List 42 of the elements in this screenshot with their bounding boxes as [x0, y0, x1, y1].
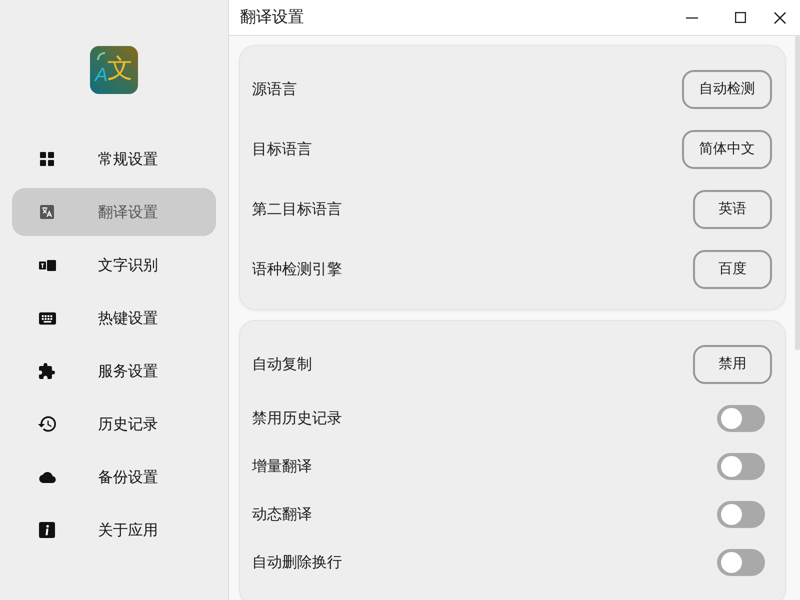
- toggle-switch[interactable]: [717, 500, 765, 528]
- scrollbar-thumb[interactable]: [795, 36, 800, 350]
- sidebar-item[interactable]: 关于应用: [12, 506, 216, 554]
- sidebar-item[interactable]: 热键设置: [12, 294, 216, 342]
- maximize-icon: [734, 12, 746, 23]
- logo-character: 文: [107, 54, 133, 82]
- select-button[interactable]: 百度: [693, 250, 772, 288]
- text-box-icon: [38, 260, 56, 270]
- grid-icon: [40, 152, 54, 166]
- sidebar-item[interactable]: 常规设置: [12, 135, 216, 183]
- setting-label: 增量翻译: [252, 456, 312, 476]
- sidebar-item[interactable]: 服务设置: [12, 347, 216, 395]
- close-icon: [774, 12, 786, 24]
- sidebar-item[interactable]: 备份设置: [12, 453, 216, 501]
- setting-label: 自动删除换行: [252, 552, 342, 572]
- minimize-icon: [686, 16, 698, 18]
- keyboard-icon: [38, 312, 56, 324]
- translate-icon: [40, 205, 54, 219]
- select-button[interactable]: 简体中文: [682, 130, 772, 168]
- history-icon: [38, 416, 56, 432]
- toggle-switch[interactable]: [717, 548, 765, 576]
- sidebar-item[interactable]: 历史记录: [12, 400, 216, 448]
- select-button[interactable]: 禁用: [693, 344, 772, 384]
- setting-label: 禁用历史记录: [252, 408, 342, 428]
- setting-label: 语种检测引擎: [252, 260, 342, 278]
- toggle-switch[interactable]: [717, 452, 765, 480]
- setting-label: 源语言: [252, 80, 297, 98]
- logo-letter: A: [95, 66, 108, 86]
- cloud-icon: [38, 472, 56, 482]
- info-icon: [39, 522, 55, 538]
- select-button[interactable]: 自动检测: [682, 70, 772, 108]
- setting-label: 自动复制: [252, 354, 312, 374]
- sidebar-item[interactable]: 翻译设置: [12, 188, 216, 236]
- setting-label: 动态翻译: [252, 504, 312, 524]
- select-button[interactable]: 英语: [693, 190, 772, 228]
- sidebar-item[interactable]: 文字识别: [12, 241, 216, 289]
- puzzle-icon: [39, 363, 55, 379]
- window-title: 翻译设置: [240, 8, 305, 28]
- setting-label: 第二目标语言: [252, 200, 342, 218]
- toggle-switch[interactable]: [717, 404, 765, 432]
- setting-label: 目标语言: [252, 140, 312, 158]
- arc-icon: [97, 52, 105, 60]
